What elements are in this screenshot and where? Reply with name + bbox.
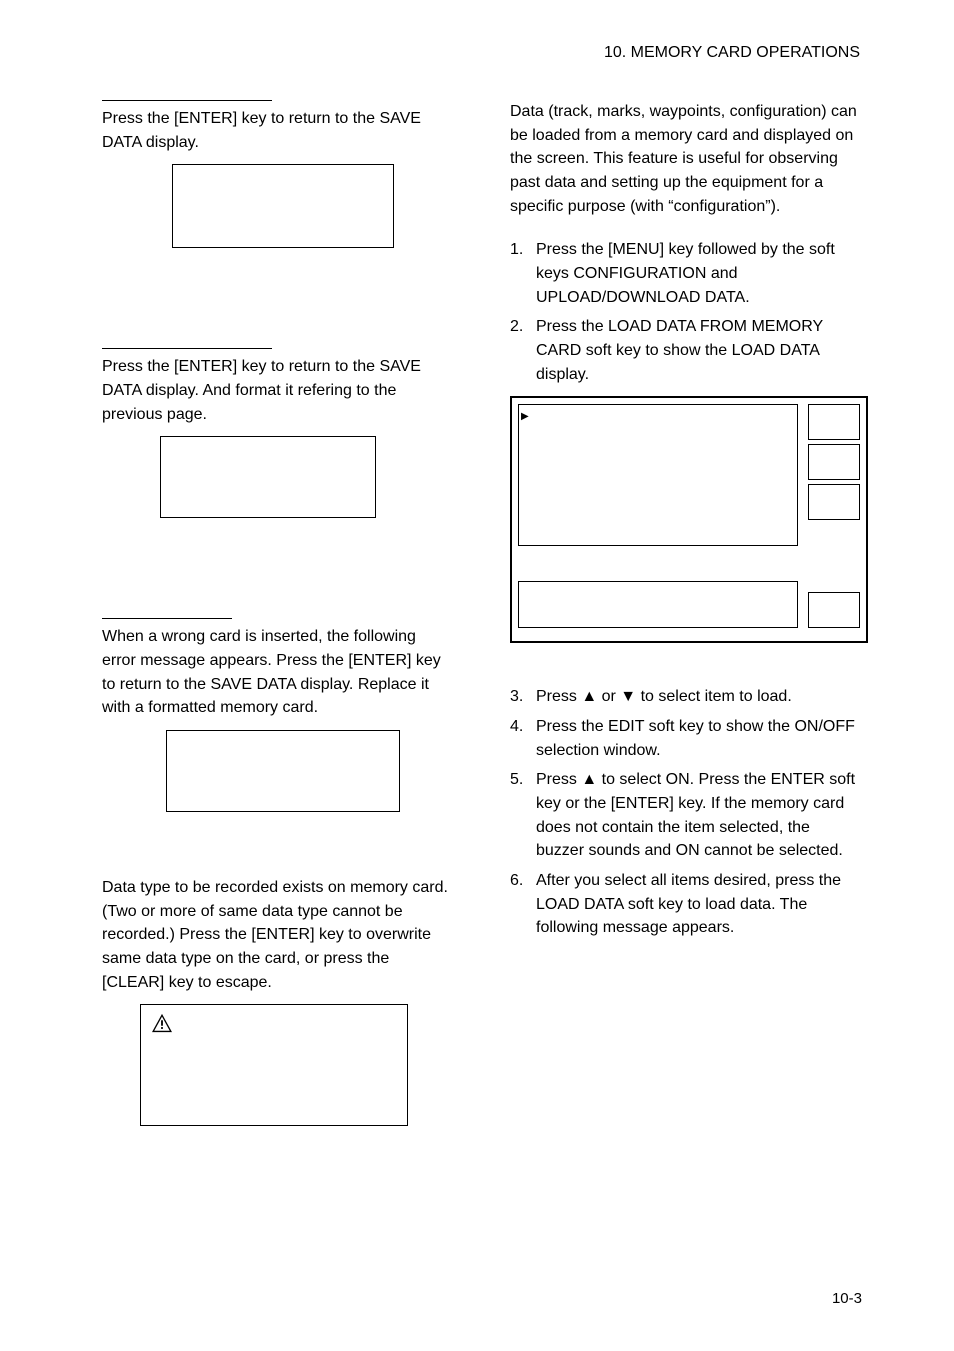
message-box	[172, 164, 394, 248]
list-number: 4.	[510, 715, 536, 762]
list-item: 1.Press the [MENU] key followed by the s…	[510, 238, 862, 309]
soft-key[interactable]	[808, 484, 860, 520]
list-item: 3.Press ▲ or ▼ to select item to load.	[510, 685, 862, 709]
list-number: 5.	[510, 768, 536, 863]
list-text: Press the LOAD DATA FROM MEMORY CARD sof…	[536, 315, 862, 386]
warning-box	[140, 1004, 408, 1126]
left-column: Press the [ENTER] key to return to the S…	[102, 100, 454, 1126]
paragraph: Press the [ENTER] key to return to the S…	[102, 355, 454, 426]
load-data-display: ▶	[510, 396, 868, 643]
message-box	[160, 436, 376, 518]
list-text: Press ▲ or ▼ to select item to load.	[536, 685, 862, 709]
cursor-arrow-icon: ▶	[521, 411, 529, 422]
paragraph: Press the [ENTER] key to return to the S…	[102, 107, 454, 154]
paragraph: Data (track, marks, waypoints, configura…	[510, 100, 862, 218]
list-item: 5.Press ▲ to select ON. Press the ENTER …	[510, 768, 862, 863]
list-text: After you select all items desired, pres…	[536, 869, 862, 940]
numbered-list: 1.Press the [MENU] key followed by the s…	[510, 238, 862, 386]
soft-key[interactable]	[808, 404, 860, 440]
section-rule	[102, 100, 272, 101]
list-text: Press the EDIT soft key to show the ON/O…	[536, 715, 862, 762]
list-text: Press ▲ to select ON. Press the ENTER so…	[536, 768, 862, 863]
list-text: Press the [MENU] key followed by the sof…	[536, 238, 862, 309]
list-number: 3.	[510, 685, 536, 709]
soft-key[interactable]	[808, 592, 860, 628]
paragraph: When a wrong card is inserted, the follo…	[102, 625, 454, 720]
paragraph: Data type to be recorded exists on memor…	[102, 876, 454, 994]
soft-key[interactable]	[808, 444, 860, 480]
section-rule	[102, 618, 232, 619]
load-list-area: ▶	[518, 404, 798, 546]
warning-icon	[151, 1013, 173, 1033]
list-number: 6.	[510, 869, 536, 940]
right-column: Data (track, marks, waypoints, configura…	[510, 100, 862, 1126]
numbered-list: 3.Press ▲ or ▼ to select item to load. 4…	[510, 685, 862, 940]
list-number: 2.	[510, 315, 536, 386]
message-box	[166, 730, 400, 812]
list-number: 1.	[510, 238, 536, 309]
list-item: 4.Press the EDIT soft key to show the ON…	[510, 715, 862, 762]
page-number: 10-3	[832, 1290, 862, 1307]
list-item: 2.Press the LOAD DATA FROM MEMORY CARD s…	[510, 315, 862, 386]
chapter-header: 10. MEMORY CARD OPERATIONS	[102, 44, 862, 62]
list-item: 6.After you select all items desired, pr…	[510, 869, 862, 940]
section-rule	[102, 348, 272, 349]
status-area	[518, 581, 798, 628]
